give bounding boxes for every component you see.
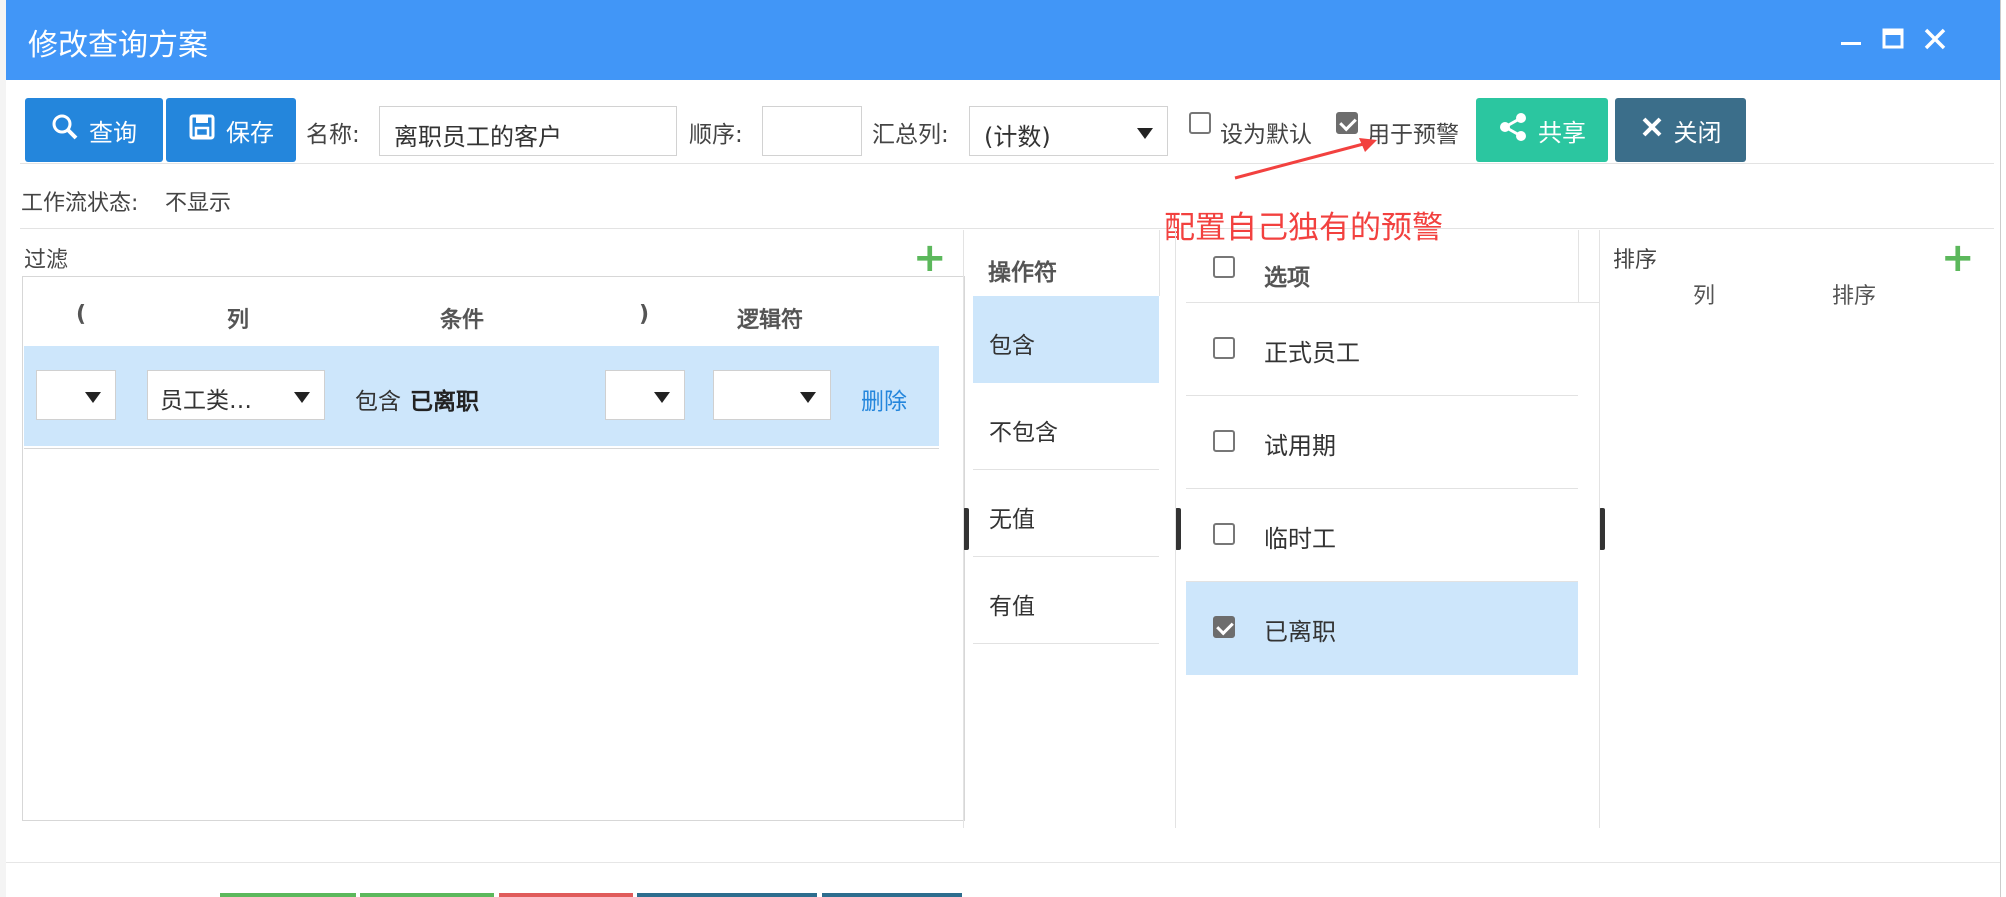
close-button-label: 关闭: [1673, 118, 1722, 147]
share-icon: [1498, 112, 1528, 148]
option-item[interactable]: 试用期: [1186, 396, 1578, 489]
chevron-down-icon: [654, 392, 670, 403]
close-icon: [1640, 115, 1664, 145]
sort-panel-border: [1599, 230, 1600, 828]
filter-header-condition: 条件: [440, 308, 485, 333]
chevron-down-icon: [800, 392, 816, 403]
column-select[interactable]: 员工类…: [147, 370, 325, 420]
options-header-divider: [1578, 230, 1579, 302]
option-item[interactable]: 临时工: [1186, 489, 1578, 582]
annotation-text: 配置自己独有的预警: [1164, 210, 1443, 246]
share-button-label: 共享: [1538, 118, 1586, 147]
logic-select[interactable]: [713, 370, 831, 420]
operator-header-divider: [1159, 230, 1160, 296]
background-tab: [220, 893, 356, 897]
select-all-checkbox[interactable]: [1213, 256, 1235, 278]
operator-item-not-contains[interactable]: 不包含: [973, 383, 1159, 470]
operator-item-has-value[interactable]: 有值: [973, 557, 1159, 644]
background-tab: [637, 893, 817, 897]
save-icon: [188, 113, 216, 147]
option-label: 试用期: [1264, 432, 1336, 460]
condition-operator-text: 包含: [355, 389, 401, 415]
chevron-down-icon: [85, 392, 101, 403]
close-window-icon[interactable]: [1918, 22, 1952, 56]
option-label: 临时工: [1264, 525, 1336, 553]
dialog-bottom-border: [6, 862, 2000, 863]
query-button[interactable]: 查询: [25, 98, 163, 162]
option-checkbox[interactable]: [1213, 523, 1235, 545]
name-input[interactable]: 离职员工的客户: [379, 106, 677, 156]
name-label: 名称:: [306, 122, 360, 148]
options-panel-border: [1175, 230, 1176, 828]
column-value: 员工类…: [160, 388, 252, 414]
operator-item-no-value[interactable]: 无值: [973, 470, 1159, 557]
summary-column-label: 汇总列:: [872, 122, 949, 148]
filter-row-divider: [24, 448, 939, 449]
option-label: 正式员工: [1264, 339, 1360, 367]
option-item[interactable]: 已离职: [1186, 582, 1578, 675]
save-button-label: 保存: [226, 118, 274, 147]
set-default-checkbox[interactable]: [1189, 112, 1211, 134]
title-bar: 修改查询方案: [6, 0, 2000, 80]
minimize-icon[interactable]: [1834, 22, 1868, 56]
edit-query-scheme-dialog: 修改查询方案 查询 保存 名称: 离职员工的客户 顺序: 汇总列: (计数) 设…: [6, 0, 2001, 897]
filter-header-logic: 逻辑符: [737, 308, 804, 333]
condition-value-text: 已离职: [410, 389, 479, 415]
filter-header-column: 列: [227, 308, 250, 333]
chevron-down-icon: [1137, 128, 1153, 139]
add-filter-icon[interactable]: +: [913, 238, 947, 278]
workflow-status-value: 不显示: [165, 191, 232, 216]
delete-link[interactable]: 删除: [861, 382, 907, 416]
option-item[interactable]: 正式员工: [1186, 303, 1578, 396]
annotation-arrow-icon: [1234, 138, 1377, 180]
close-paren-select[interactable]: [605, 370, 685, 420]
chevron-down-icon: [294, 392, 310, 403]
background-tab: [822, 893, 962, 897]
share-button[interactable]: 共享: [1476, 98, 1608, 162]
toolbar-divider: [20, 163, 1994, 164]
filter-title: 过滤: [24, 248, 69, 273]
filter-header-open-paren: (: [76, 302, 87, 327]
sort-header-order: 排序: [1832, 284, 1877, 309]
summary-column-select[interactable]: (计数): [969, 106, 1168, 156]
option-checkbox[interactable]: [1213, 616, 1235, 638]
order-input[interactable]: [762, 106, 862, 156]
option-checkbox[interactable]: [1213, 430, 1235, 452]
filter-header-close-paren: ): [639, 302, 650, 327]
workflow-status-label: 工作流状态:: [21, 191, 139, 216]
option-label: 已离职: [1264, 618, 1336, 646]
search-icon: [51, 113, 79, 147]
dialog-title: 修改查询方案: [28, 28, 208, 63]
close-button[interactable]: 关闭: [1615, 98, 1746, 162]
sort-header-column: 列: [1693, 284, 1716, 309]
background-tab: [499, 893, 633, 897]
operator-panel-border: [963, 230, 964, 828]
query-button-label: 查询: [89, 118, 137, 147]
options-header: 选项: [1264, 265, 1310, 291]
order-label: 顺序:: [689, 122, 743, 148]
add-sort-icon[interactable]: +: [1941, 238, 1975, 278]
save-button[interactable]: 保存: [166, 98, 296, 162]
option-checkbox[interactable]: [1213, 337, 1235, 359]
sort-title: 排序: [1613, 248, 1658, 273]
operator-item-contains[interactable]: 包含: [973, 296, 1159, 383]
maximize-icon[interactable]: [1876, 22, 1910, 56]
operator-header: 操作符: [988, 260, 1057, 286]
open-paren-select[interactable]: [36, 370, 116, 420]
background-tab: [360, 893, 494, 897]
workflow-divider: [20, 228, 1994, 229]
summary-column-value: (计数): [984, 123, 1051, 151]
